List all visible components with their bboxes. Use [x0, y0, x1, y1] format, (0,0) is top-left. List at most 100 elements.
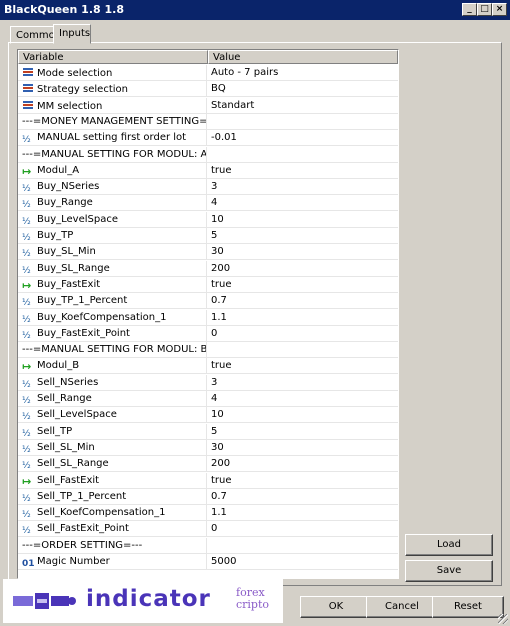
- value-cell[interactable]: 30: [208, 440, 398, 457]
- value-cell[interactable]: Auto - 7 pairs: [208, 65, 398, 82]
- enum-icon: [22, 83, 34, 94]
- variable-cell: ½ Sell_FastExit_Point: [18, 521, 207, 537]
- double-icon: ½: [22, 200, 31, 211]
- parameter-row[interactable]: ½ Sell_LevelSpace 10: [18, 407, 398, 424]
- parameter-row[interactable]: ½ Buy_NSeries 3: [18, 179, 398, 196]
- parameter-row[interactable]: ½ Buy_LevelSpace 10: [18, 211, 398, 229]
- parameters-grid[interactable]: Variable Value Mode selection Auto - 7 pa…: [17, 49, 399, 579]
- double-icon: ½: [22, 314, 31, 325]
- parameter-row[interactable]: ↦ Modul_A true: [18, 162, 398, 180]
- close-icon[interactable]: ×: [492, 3, 507, 16]
- watermark-logo-icon: [13, 593, 76, 609]
- value-cell[interactable]: 0.7: [208, 489, 398, 506]
- value-cell[interactable]: 30: [208, 244, 398, 261]
- parameter-row[interactable]: 01 Magic Number 5000: [18, 554, 398, 570]
- parameter-row[interactable]: Strategy selection BQ: [18, 81, 398, 98]
- column-header-variable[interactable]: Variable: [18, 50, 208, 64]
- section-header-row[interactable]: ---=ORDER SETTING=---: [18, 537, 398, 554]
- column-header-value[interactable]: Value: [208, 50, 398, 64]
- variable-cell: ½ Buy_Range: [18, 195, 207, 211]
- parameter-row[interactable]: ½ Sell_NSeries 3: [18, 374, 398, 392]
- variable-cell: ½ Sell_SL_Min: [18, 439, 207, 455]
- double-icon: ½: [22, 216, 31, 227]
- value-cell[interactable]: 4: [208, 195, 398, 212]
- parameter-row[interactable]: MM selection Standart: [18, 97, 398, 115]
- parameter-row[interactable]: ½ Buy_TP 5: [18, 228, 398, 244]
- value-cell[interactable]: BQ: [208, 81, 398, 98]
- value-cell[interactable]: 10: [208, 407, 398, 424]
- bool-icon: ↦: [22, 164, 32, 178]
- variable-name: ---=MONEY MANAGEMENT SETTING=---: [22, 115, 207, 127]
- parameter-row[interactable]: ½ Buy_SL_Range 200: [18, 260, 398, 278]
- value-cell[interactable]: true: [208, 163, 398, 180]
- double-icon: ½: [22, 233, 31, 243]
- window-title: BlackQueen 1.8 1.8: [4, 3, 124, 16]
- parameter-row[interactable]: ½ Sell_SL_Min 30: [18, 439, 398, 457]
- value-cell[interactable]: 1.1: [208, 505, 398, 522]
- parameter-row[interactable]: ½ Sell_TP 5: [18, 423, 398, 441]
- variable-cell: ---=MANUAL SETTING FOR MODUL: B=---: [18, 342, 207, 358]
- value-cell[interactable]: 5: [208, 424, 398, 441]
- title-bar[interactable]: BlackQueen 1.8 1.8 _ □ ×: [0, 0, 510, 20]
- value-cell[interactable]: 200: [208, 456, 398, 473]
- value-cell[interactable]: true: [208, 277, 398, 294]
- variable-name: Buy_TP: [37, 230, 74, 241]
- variable-cell: ---=ORDER SETTING=---: [18, 537, 207, 553]
- double-icon: ½: [22, 135, 31, 146]
- ok-button[interactable]: OK: [300, 596, 372, 618]
- parameter-row[interactable]: ½ Buy_KoefCompensation_1 1.1: [18, 309, 398, 327]
- maximize-icon[interactable]: □: [477, 3, 492, 16]
- value-cell[interactable]: 0.7: [208, 293, 398, 310]
- value-cell[interactable]: 5000: [208, 554, 398, 571]
- section-header-row[interactable]: ---=MONEY MANAGEMENT SETTING=---: [18, 113, 398, 130]
- parameter-row[interactable]: ½ Buy_SL_Min 30: [18, 244, 398, 261]
- parameter-row[interactable]: ↦ Buy_FastExit true: [18, 276, 398, 294]
- watermark-bottom-text: cripto: [236, 598, 270, 611]
- bool-icon: ↦: [22, 474, 32, 488]
- variable-cell: ½ Sell_Range: [18, 391, 207, 406]
- load-button[interactable]: Load: [405, 534, 493, 556]
- value-cell[interactable]: 3: [208, 179, 398, 196]
- value-cell: [208, 147, 398, 164]
- parameter-row[interactable]: ½ Sell_TP_1_Percent 0.7: [18, 488, 398, 506]
- value-cell[interactable]: -0.01: [208, 130, 398, 147]
- value-cell[interactable]: 0: [208, 521, 398, 538]
- variable-cell: ½ Buy_SL_Min: [18, 244, 207, 260]
- value-cell[interactable]: 4: [208, 391, 398, 408]
- value-cell[interactable]: 1.1: [208, 310, 398, 327]
- parameter-row[interactable]: ½ Buy_Range 4: [18, 195, 398, 212]
- resize-grip[interactable]: [498, 614, 508, 624]
- parameter-row[interactable]: ½ Buy_FastExit_Point 0: [18, 325, 398, 343]
- value-cell[interactable]: 3: [208, 375, 398, 392]
- variable-cell: ---=MONEY MANAGEMENT SETTING=---: [18, 113, 207, 129]
- value-cell[interactable]: 200: [208, 261, 398, 278]
- reset-button[interactable]: Reset: [432, 596, 504, 618]
- value-cell[interactable]: true: [208, 358, 398, 375]
- value-cell[interactable]: Standart: [208, 98, 398, 115]
- parameter-row[interactable]: ↦ Sell_FastExit true: [18, 472, 398, 490]
- section-header-row[interactable]: ---=MANUAL SETTING FOR MODUL: A=---: [18, 146, 398, 164]
- value-cell[interactable]: 0: [208, 326, 398, 343]
- double-icon: ½: [22, 184, 31, 195]
- parameter-row[interactable]: ½ Sell_Range 4: [18, 391, 398, 407]
- parameter-row[interactable]: ½ Sell_FastExit_Point 0: [18, 521, 398, 538]
- parameter-row[interactable]: ½ MANUAL setting first order lot -0.01: [18, 130, 398, 147]
- tab-inputs-label: Inputs: [59, 28, 91, 39]
- parameter-row[interactable]: ↦ Modul_B true: [18, 358, 398, 375]
- minimize-icon[interactable]: _: [462, 3, 477, 16]
- tab-inputs[interactable]: Inputs: [53, 24, 91, 44]
- variable-name: Sell_LevelSpace: [37, 409, 117, 421]
- value-cell[interactable]: 10: [208, 212, 398, 229]
- variable-name: Buy_NSeries: [37, 181, 100, 193]
- parameter-row[interactable]: ½ Buy_TP_1_Percent 0.7: [18, 293, 398, 310]
- value-cell[interactable]: true: [208, 473, 398, 490]
- parameter-row[interactable]: ½ Sell_SL_Range 200: [18, 456, 398, 473]
- section-header-row[interactable]: ---=MANUAL SETTING FOR MODUL: B=---: [18, 342, 398, 359]
- parameter-row[interactable]: Mode selection Auto - 7 pairs: [18, 65, 398, 81]
- parameter-row[interactable]: ½ Sell_KoefCompensation_1 1.1: [18, 505, 398, 522]
- double-icon: ½: [22, 412, 31, 423]
- cancel-button[interactable]: Cancel: [366, 596, 438, 618]
- save-button[interactable]: Save: [405, 560, 493, 582]
- variable-cell: ½ MANUAL setting first order lot: [18, 130, 207, 146]
- value-cell[interactable]: 5: [208, 228, 398, 245]
